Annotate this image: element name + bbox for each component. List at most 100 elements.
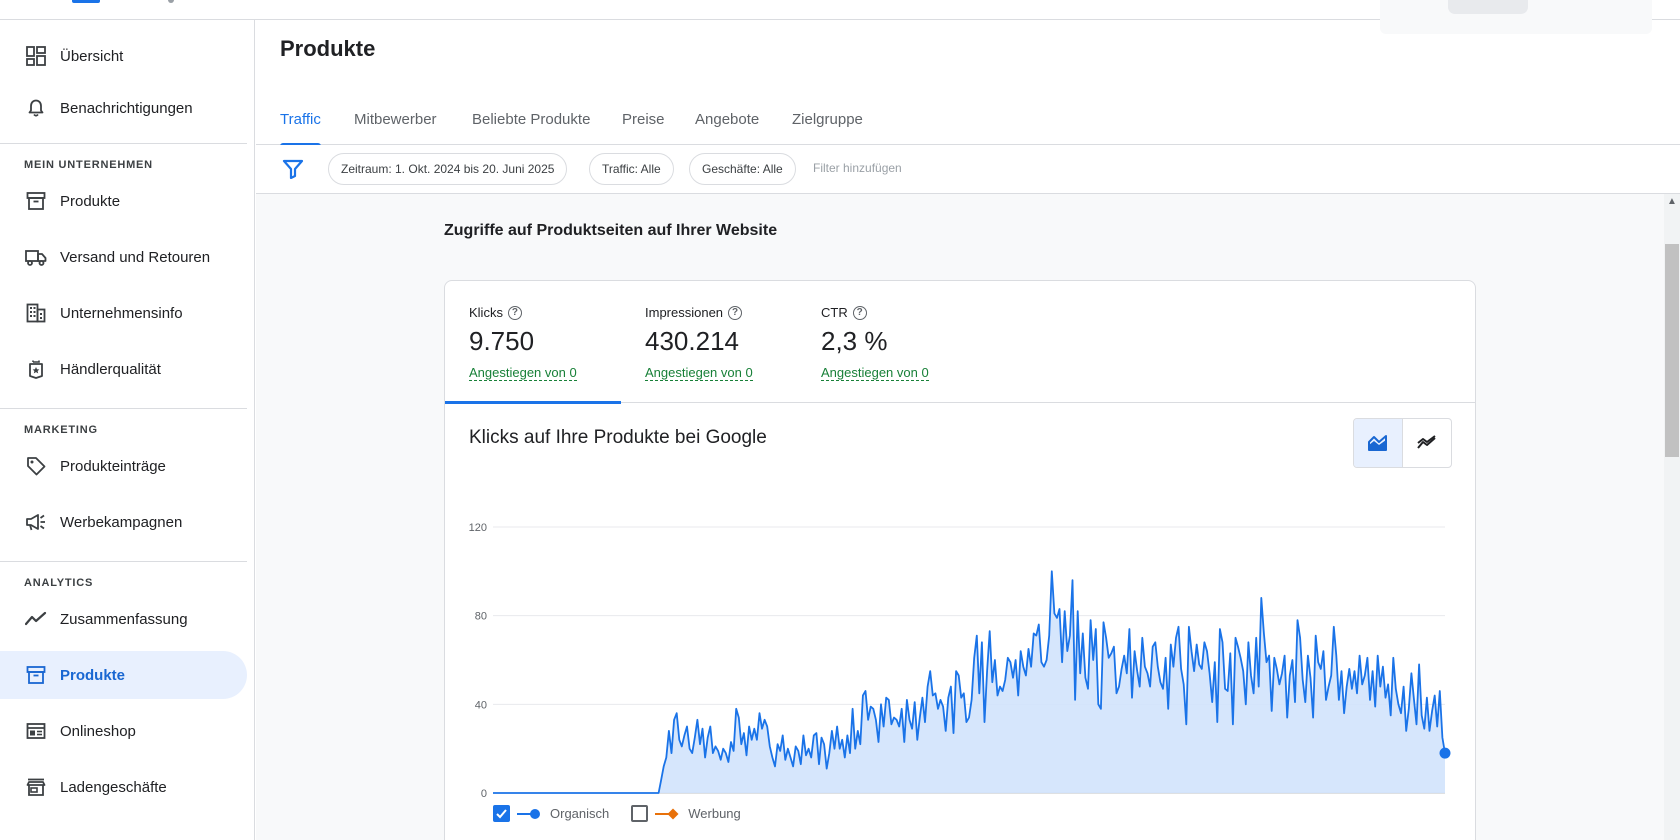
tab-mitbewerber[interactable]: Mitbewerber — [354, 90, 437, 145]
storefront-icon — [24, 775, 48, 799]
y-tick-label: 120 — [469, 522, 487, 534]
help-icon[interactable]: ? — [507, 305, 522, 320]
badge-icon — [24, 357, 48, 381]
top-app-bar — [0, 0, 1680, 34]
sidebar-item-zusammenfassung[interactable]: Zusammenfassung — [0, 595, 247, 643]
clicks-area-chart: 040801201. Okt. 20241. Dez. 20241. Feb. … — [469, 522, 1451, 800]
series-endpoint-marker — [1439, 747, 1451, 759]
legend-item-ads[interactable]: Werbung — [631, 805, 741, 822]
metric-change[interactable]: Angestiegen von 0 — [469, 365, 577, 381]
metric-ctr[interactable]: CTR? 2,3 % Angestiegen von 0 — [797, 281, 973, 403]
line-chart-icon — [1416, 435, 1436, 449]
metric-label: Klicks — [469, 305, 503, 320]
help-icon[interactable]: ? — [852, 305, 867, 320]
chart-type-toggle — [1353, 418, 1452, 468]
section-title: Zugriffe auf Produktseiten auf Ihrer Web… — [444, 222, 778, 239]
product-logo — [72, 0, 100, 3]
legend-label: Organisch — [550, 806, 610, 821]
sidebar-item-label: Übersicht — [60, 47, 124, 65]
filter-chip-traffic[interactable]: Traffic: Alle — [589, 153, 674, 185]
sidebar-item-versand[interactable]: Versand und Retouren — [0, 233, 247, 281]
trend-icon — [24, 607, 48, 631]
tab-traffic[interactable]: Traffic — [280, 90, 321, 146]
line-chart-button[interactable] — [1403, 419, 1452, 467]
archive-box-icon — [24, 189, 48, 213]
y-tick-label: 0 — [481, 788, 487, 800]
logo-mark — [168, 0, 174, 3]
browser-window-icon — [24, 719, 48, 743]
filter-icon[interactable] — [282, 159, 304, 179]
account-switcher[interactable] — [1380, 0, 1652, 34]
y-tick-label: 80 — [475, 611, 487, 623]
sidebar-item-label: Produkte — [60, 666, 126, 684]
tab-beliebte-produkte[interactable]: Beliebte Produkte — [472, 90, 590, 145]
sidebar-section-heading: ANALYTICS — [24, 577, 94, 589]
sidebar-item-unternehmensinfo[interactable]: Unternehmensinfo — [0, 289, 247, 337]
sidebar-item-haendlerqualitaet[interactable]: Händlerqualität — [0, 345, 247, 393]
sidebar-section-heading: MEIN UNTERNEHMEN — [24, 159, 153, 171]
sidebar-item-ladengeschaefte[interactable]: Ladengeschäfte — [0, 763, 247, 811]
scroll-up-arrow-icon[interactable]: ▲ — [1667, 196, 1677, 207]
tab-bar: Traffic Mitbewerber Beliebte Produkte Pr… — [256, 90, 1680, 146]
series-line-diamond-icon — [655, 808, 679, 819]
metric-change[interactable]: Angestiegen von 0 — [821, 365, 929, 381]
area-chart-icon — [1367, 435, 1387, 451]
sidebar-divider — [0, 408, 247, 409]
metric-value: 430.214 — [645, 326, 739, 356]
sidebar-item-produkte-business[interactable]: Produkte — [0, 177, 247, 225]
archive-box-icon — [24, 663, 48, 687]
sidebar-item-label: Zusammenfassung — [60, 610, 188, 628]
sidebar-item-produkteintraege[interactable]: Produkteinträge — [0, 442, 247, 490]
sidebar-item-uebersicht[interactable]: Übersicht — [0, 32, 247, 80]
tag-icon — [24, 454, 48, 478]
tab-zielgruppe[interactable]: Zielgruppe — [792, 90, 863, 145]
chart-legend: Organisch Werbung — [493, 805, 763, 822]
filter-chip-geschaefte[interactable]: Geschäfte: Alle — [689, 153, 796, 185]
metric-impressionen[interactable]: Impressionen? 430.214 Angestiegen von 0 — [621, 281, 797, 403]
main-content: Produkte Traffic Mitbewerber Beliebte Pr… — [256, 20, 1680, 840]
sidebar-item-label: Händlerqualität — [60, 360, 161, 378]
truck-icon — [24, 245, 48, 269]
account-pill[interactable] — [1448, 0, 1528, 14]
checkbox-unchecked-icon[interactable] — [631, 805, 649, 822]
sidebar-item-label: Ladengeschäfte — [60, 778, 167, 796]
content-scrollbar[interactable]: ▲ — [1664, 194, 1680, 840]
sidebar-item-label: Benachrichtigungen — [60, 99, 193, 117]
legend-label: Werbung — [688, 806, 741, 821]
chart-title: Klicks auf Ihre Produkte bei Google — [469, 427, 767, 448]
sidebar-item-label: Versand und Retouren — [60, 248, 211, 266]
y-tick-label: 40 — [475, 699, 487, 711]
sidebar-item-label: Werbekampagnen — [60, 513, 183, 531]
filter-chip-zeitraum[interactable]: Zeitraum: 1. Okt. 2024 bis 20. Juni 2025 — [328, 153, 568, 185]
sidebar-item-benachrichtigungen[interactable]: Benachrichtigungen — [0, 84, 247, 132]
sidebar-item-label: Produkteinträge — [60, 457, 166, 475]
sidebar-item-label: Produkte — [60, 192, 121, 210]
tab-angebote[interactable]: Angebote — [695, 90, 759, 145]
building-icon — [24, 301, 48, 325]
sidebar-divider — [0, 143, 247, 144]
area-chart-button[interactable] — [1354, 419, 1403, 467]
filter-bar: Zeitraum: 1. Okt. 2024 bis 20. Juni 2025… — [256, 145, 1680, 194]
help-icon[interactable]: ? — [728, 305, 743, 320]
scrollbar-thumb[interactable] — [1665, 244, 1679, 457]
sidebar-item-onlineshop[interactable]: Onlineshop — [0, 707, 247, 755]
dashboard-icon — [24, 44, 48, 68]
tab-preise[interactable]: Preise — [622, 90, 665, 145]
legend-item-organic[interactable]: Organisch — [493, 805, 609, 822]
traffic-card: Klicks? 9.750 Angestiegen von 0 Impressi… — [444, 280, 1476, 840]
add-filter-input[interactable]: Filter hinzufügen — [813, 161, 902, 175]
page-title: Produkte — [280, 36, 376, 61]
bell-icon — [24, 96, 48, 120]
megaphone-icon — [24, 510, 48, 534]
sidebar-item-produkte-analytics[interactable]: Produkte — [0, 651, 247, 699]
series-line-dot-icon — [517, 808, 540, 819]
sidebar-item-label: Onlineshop — [60, 722, 136, 740]
metric-label: CTR — [821, 305, 848, 320]
metric-klicks[interactable]: Klicks? 9.750 Angestiegen von 0 — [445, 281, 621, 404]
sidebar-item-werbekampagnen[interactable]: Werbekampagnen — [0, 498, 247, 546]
metric-value: 2,3 % — [821, 326, 888, 356]
checkbox-checked-icon[interactable] — [493, 805, 510, 822]
metric-change[interactable]: Angestiegen von 0 — [645, 365, 753, 381]
sidebar: Übersicht Benachrichtigungen MEIN UNTERN… — [0, 20, 255, 840]
sidebar-item-label: Unternehmensinfo — [60, 304, 183, 322]
